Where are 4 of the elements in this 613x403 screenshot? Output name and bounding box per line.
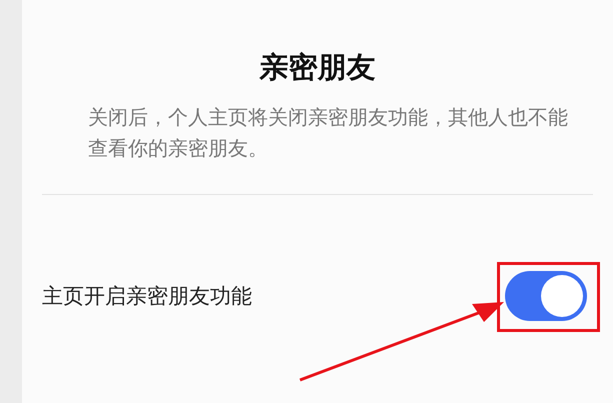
toggle-switch[interactable]	[505, 271, 587, 321]
description-text: 关闭后，个人主页将关闭亲密朋友功能，其他人也不能查看你的亲密朋友。	[88, 104, 569, 162]
setting-label: 主页开启亲密朋友功能	[42, 283, 252, 310]
page-title: 亲密朋友	[258, 49, 376, 86]
